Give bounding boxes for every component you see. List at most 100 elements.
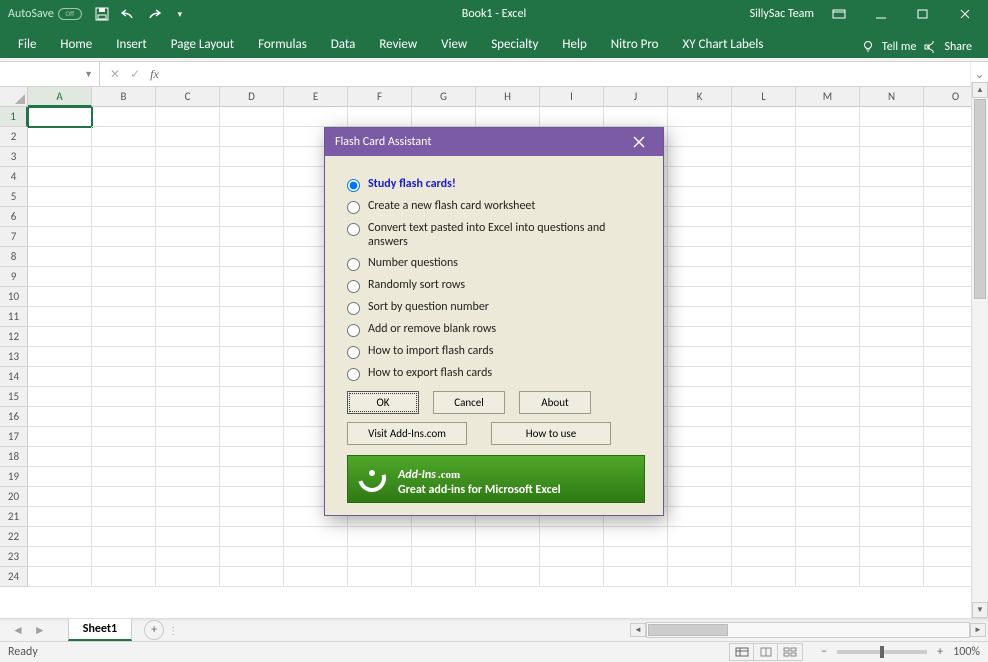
cell[interactable] <box>28 207 92 227</box>
column-header[interactable]: B <box>92 87 156 107</box>
row-header[interactable]: 12 <box>0 327 28 347</box>
cell[interactable] <box>732 127 796 147</box>
cell[interactable] <box>220 427 284 447</box>
cell[interactable] <box>668 247 732 267</box>
close-button[interactable] <box>948 0 982 28</box>
cell[interactable] <box>604 547 668 567</box>
cell[interactable] <box>92 127 156 147</box>
cell[interactable] <box>156 327 220 347</box>
cell[interactable] <box>732 407 796 427</box>
cell[interactable] <box>156 287 220 307</box>
cell[interactable] <box>28 347 92 367</box>
row-header[interactable]: 9 <box>0 267 28 287</box>
cell[interactable] <box>668 407 732 427</box>
cell[interactable] <box>156 507 220 527</box>
cell[interactable] <box>220 367 284 387</box>
cell[interactable] <box>796 447 860 467</box>
cell[interactable] <box>796 467 860 487</box>
cell[interactable] <box>732 427 796 447</box>
cell[interactable] <box>796 207 860 227</box>
radio-input[interactable] <box>347 302 360 315</box>
cell[interactable] <box>220 227 284 247</box>
cell[interactable] <box>732 167 796 187</box>
cell[interactable] <box>156 247 220 267</box>
cell[interactable] <box>796 287 860 307</box>
cell[interactable] <box>220 447 284 467</box>
cell[interactable] <box>220 327 284 347</box>
cell[interactable] <box>92 487 156 507</box>
cell[interactable] <box>28 447 92 467</box>
cell[interactable] <box>860 347 924 367</box>
cell[interactable] <box>28 567 92 587</box>
zoom-in-button[interactable]: + <box>933 645 947 659</box>
cell[interactable] <box>220 287 284 307</box>
cell[interactable] <box>604 567 668 587</box>
cell[interactable] <box>796 547 860 567</box>
cell[interactable] <box>796 247 860 267</box>
cell[interactable] <box>156 387 220 407</box>
ok-button[interactable]: OK <box>347 391 419 414</box>
tab-view[interactable]: View <box>429 31 479 58</box>
cell[interactable] <box>92 567 156 587</box>
dialog-option[interactable]: How to export flash cards <box>347 366 645 381</box>
cell[interactable] <box>156 527 220 547</box>
cell[interactable] <box>220 187 284 207</box>
cancel-formula-icon[interactable]: ✕ <box>110 67 120 82</box>
cell[interactable] <box>860 467 924 487</box>
cell[interactable] <box>668 207 732 227</box>
cell[interactable] <box>668 387 732 407</box>
cell[interactable] <box>92 107 156 127</box>
cell[interactable] <box>860 567 924 587</box>
row-header[interactable]: 8 <box>0 247 28 267</box>
fx-icon[interactable]: fx <box>150 67 159 82</box>
cell[interactable] <box>732 547 796 567</box>
cell[interactable] <box>92 327 156 347</box>
cell[interactable] <box>412 567 476 587</box>
row-header[interactable]: 21 <box>0 507 28 527</box>
ribbon-display-icon[interactable] <box>822 0 856 28</box>
chevron-down-icon[interactable]: ▼ <box>84 69 93 80</box>
undo-icon[interactable] <box>120 6 136 22</box>
cell[interactable] <box>28 247 92 267</box>
cell[interactable] <box>156 307 220 327</box>
scroll-up-button[interactable]: ▲ <box>972 82 988 98</box>
cell[interactable] <box>220 407 284 427</box>
cell[interactable] <box>92 227 156 247</box>
cell[interactable] <box>732 507 796 527</box>
dialog-option[interactable]: Add or remove blank rows <box>347 322 645 337</box>
tab-home[interactable]: Home <box>48 31 104 58</box>
cell[interactable] <box>732 307 796 327</box>
visit-addins-button[interactable]: Visit Add-Ins.com <box>347 422 467 445</box>
cell[interactable] <box>220 167 284 187</box>
cell[interactable] <box>668 127 732 147</box>
cell[interactable] <box>668 327 732 347</box>
dialog-option[interactable]: How to import flash cards <box>347 344 645 359</box>
cell[interactable] <box>796 367 860 387</box>
tab-split-grip[interactable]: ⋮ <box>164 624 172 637</box>
cell[interactable] <box>732 447 796 467</box>
cell[interactable] <box>668 167 732 187</box>
cell[interactable] <box>860 107 924 127</box>
sheet-tab-sheet1[interactable]: Sheet1 <box>68 619 132 641</box>
cell[interactable] <box>156 107 220 127</box>
column-header[interactable]: J <box>604 87 668 107</box>
cell[interactable] <box>28 427 92 447</box>
tab-specialty[interactable]: Specialty <box>479 31 550 58</box>
cell[interactable] <box>732 187 796 207</box>
cell[interactable] <box>156 347 220 367</box>
cell[interactable] <box>284 547 348 567</box>
cell[interactable] <box>732 227 796 247</box>
cell[interactable] <box>156 467 220 487</box>
cell[interactable] <box>860 487 924 507</box>
cell[interactable] <box>156 407 220 427</box>
cell[interactable] <box>668 347 732 367</box>
cell[interactable] <box>156 187 220 207</box>
column-header[interactable]: G <box>412 87 476 107</box>
cell[interactable] <box>156 227 220 247</box>
enter-formula-icon[interactable]: ✓ <box>130 67 140 82</box>
cell[interactable] <box>284 567 348 587</box>
radio-input[interactable] <box>347 280 360 293</box>
radio-input[interactable] <box>347 346 360 359</box>
name-box[interactable]: ▼ <box>0 62 100 86</box>
save-icon[interactable] <box>94 6 110 22</box>
